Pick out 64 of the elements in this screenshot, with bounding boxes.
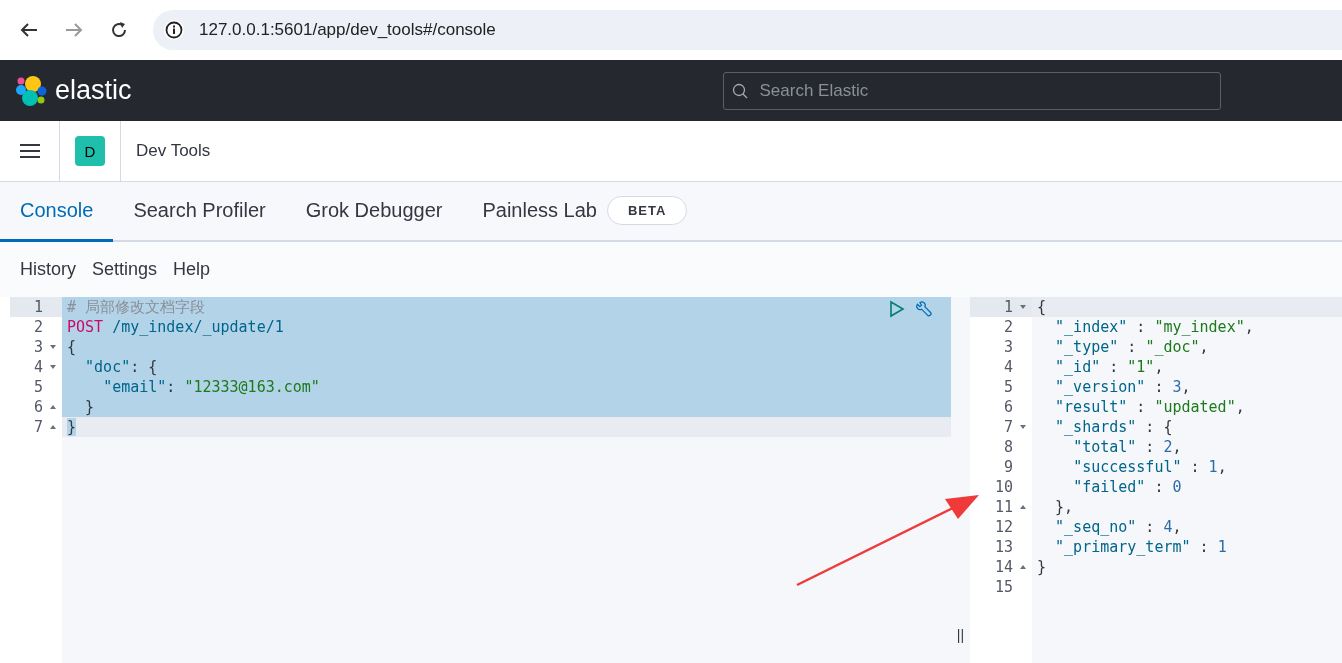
line-number: 7 bbox=[1002, 417, 1013, 437]
line-number: 8 bbox=[1002, 437, 1013, 457]
line-number: 5 bbox=[32, 377, 43, 397]
code-line: "_type" : "_doc", bbox=[1054, 337, 1210, 357]
line-number: 4 bbox=[32, 357, 43, 377]
wrench-icon[interactable] bbox=[915, 300, 933, 318]
code-line: "failed" : 0 bbox=[1072, 477, 1183, 497]
menu-icon bbox=[18, 143, 41, 159]
forward-arrow-icon bbox=[65, 22, 83, 38]
menu-link[interactable]: History bbox=[14, 259, 82, 280]
address-bar[interactable]: 127.0.0.1:5601/app/dev_tools#/console bbox=[153, 10, 1342, 50]
url-text: 127.0.0.1:5601/app/dev_tools#/console bbox=[199, 20, 496, 40]
back-arrow-icon bbox=[20, 22, 38, 38]
line-number: 3 bbox=[1002, 337, 1013, 357]
fold-caret-icon[interactable] bbox=[1018, 424, 1027, 430]
line-number: 6 bbox=[1002, 397, 1013, 417]
space-avatar[interactable]: D bbox=[75, 136, 105, 166]
line-number: 2 bbox=[1002, 317, 1013, 337]
line-number: 9 bbox=[1002, 457, 1013, 477]
menu-link[interactable]: Help bbox=[167, 259, 217, 280]
code-line: "_index" : "my_index", bbox=[1054, 317, 1255, 337]
code-line: "total" : 2, bbox=[1072, 437, 1183, 457]
line-number: 11 bbox=[993, 497, 1013, 517]
line-number: 7 bbox=[32, 417, 43, 437]
tab[interactable]: Search Profiler bbox=[113, 182, 286, 242]
code-line: "_id" : "1", bbox=[1054, 357, 1165, 377]
code-line: }, bbox=[1054, 497, 1075, 517]
code-line: "_shards" : { bbox=[1054, 417, 1174, 437]
logo-text: elastic bbox=[55, 75, 132, 106]
line-number: 13 bbox=[993, 537, 1013, 557]
line-number: 5 bbox=[1002, 377, 1013, 397]
play-icon[interactable] bbox=[889, 300, 907, 318]
tab[interactable]: Console bbox=[0, 182, 114, 242]
line-number: 4 bbox=[1002, 357, 1013, 377]
line-number: 6 bbox=[32, 397, 43, 417]
tab[interactable]: Painless Lab BETA bbox=[462, 182, 708, 242]
line-number: 1 bbox=[32, 297, 43, 317]
reload-icon bbox=[110, 21, 128, 39]
line-number: 1 bbox=[1002, 297, 1013, 317]
code-line: } bbox=[1036, 557, 1048, 577]
menu-link[interactable]: Settings bbox=[86, 259, 164, 280]
beta-badge: BETA bbox=[606, 196, 688, 225]
line-number: 15 bbox=[993, 577, 1013, 597]
fold-caret-icon[interactable] bbox=[48, 344, 57, 350]
request-editor[interactable]: 1 2 3 4 5 6 7 # 局部修改文档字段 POST /my_index/_update/1 { "doc": { "email": "12333@163.com" } } bbox=[0, 297, 951, 663]
line-number: 2 bbox=[32, 317, 43, 337]
info-icon[interactable] bbox=[163, 19, 185, 41]
pane-resizer[interactable]: || bbox=[951, 297, 970, 663]
code-line: "successful" : 1, bbox=[1072, 457, 1228, 477]
line-number: 10 bbox=[993, 477, 1013, 497]
fold-caret-icon[interactable] bbox=[48, 364, 57, 370]
elastic-logo-icon[interactable] bbox=[15, 74, 47, 107]
code-line: "_seq_no" : 4, bbox=[1054, 517, 1183, 537]
code-line: "_version" : 3, bbox=[1054, 377, 1192, 397]
fold-caret-icon[interactable] bbox=[1018, 304, 1027, 310]
code-line: "result" : "updated", bbox=[1054, 397, 1246, 417]
line-number: 3 bbox=[32, 337, 43, 357]
search-field[interactable]: Search Elastic bbox=[722, 71, 1221, 110]
line-number: 14 bbox=[993, 557, 1013, 577]
breadcrumb-title: Dev Tools bbox=[136, 141, 211, 161]
search-icon bbox=[731, 82, 748, 99]
tab[interactable]: Grok Debugger bbox=[285, 182, 463, 242]
line-number: 12 bbox=[993, 517, 1013, 537]
code-line: "_primary_term" : 1 bbox=[1054, 537, 1228, 557]
